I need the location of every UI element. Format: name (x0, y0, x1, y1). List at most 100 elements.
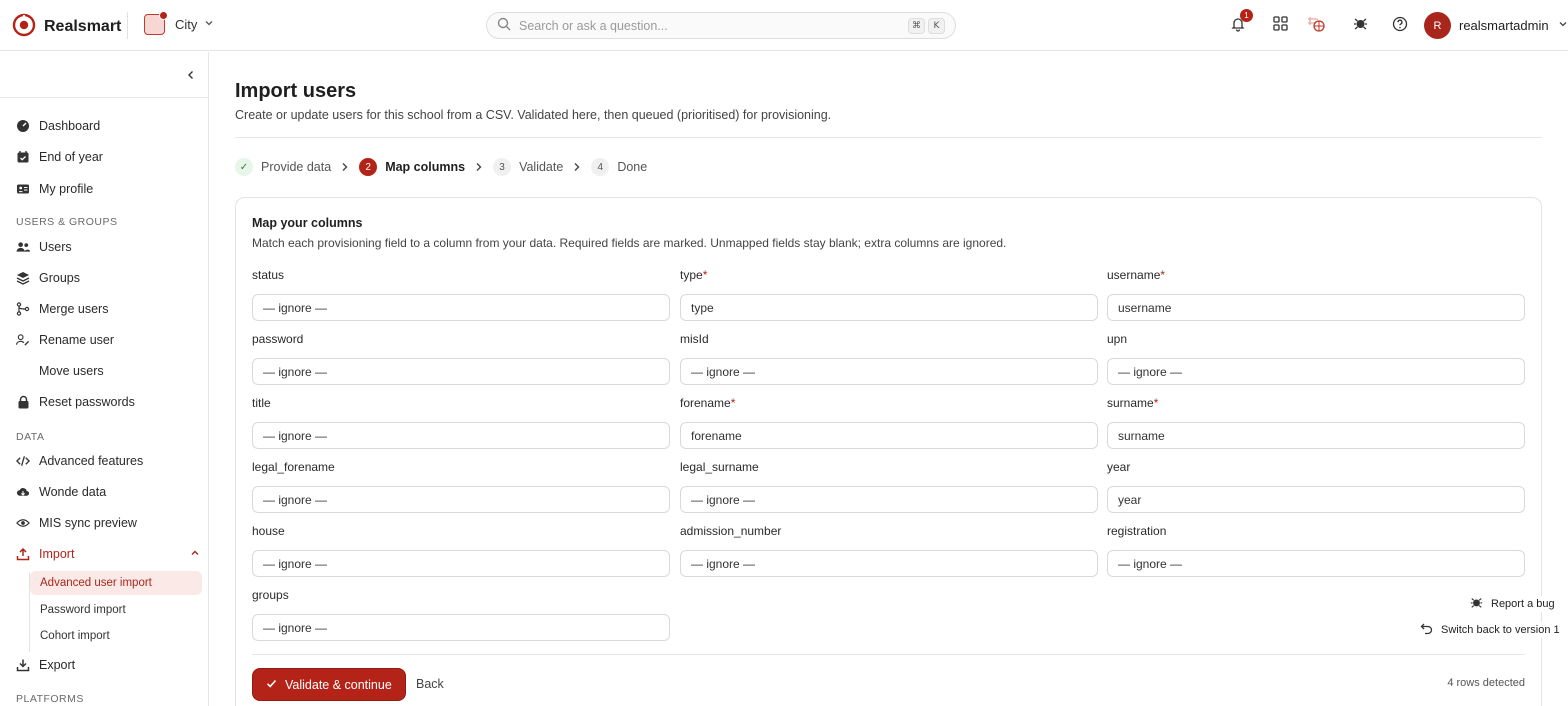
download-icon (16, 658, 30, 672)
sidebar-item-label: Rename user (39, 333, 115, 347)
bug-icon (1353, 16, 1368, 34)
sidebar-item-my-profile[interactable]: My profile (16, 178, 201, 200)
registration-column-select[interactable] (1107, 550, 1525, 577)
eye-icon (16, 516, 30, 530)
brand-name: Realsmart (44, 17, 122, 35)
field-label: groups (252, 588, 289, 602)
collapse-sidebar-button[interactable] (183, 67, 199, 83)
step-label: Done (617, 160, 648, 174)
field-label: year (1107, 460, 1131, 474)
sidebar-item-mis-sync-preview[interactable]: MIS sync preview (16, 512, 201, 534)
user-edit-icon (16, 333, 30, 347)
field-legal-surname: legal_surname (680, 460, 1098, 513)
legal-surname-column-select[interactable] (680, 486, 1098, 513)
step-provide-data[interactable]: ✓ Provide data (235, 158, 331, 176)
username-column-select[interactable] (1107, 294, 1525, 321)
sidebar-item-import[interactable]: Import (16, 543, 201, 565)
page-title: Import users (235, 80, 357, 102)
user-menu[interactable]: R realsmartadmin (1424, 12, 1568, 39)
step-validate[interactable]: 3 Validate (493, 158, 563, 176)
chevron-up-icon (189, 547, 201, 562)
sidebar-item-label: Advanced features (39, 454, 144, 468)
sidebar-item-merge-users[interactable]: Merge users (16, 298, 201, 320)
sidebar-item-label: End of year (39, 150, 103, 164)
house-column-select[interactable] (252, 550, 670, 577)
sidebar-item-advanced-features[interactable]: Advanced features (16, 450, 201, 472)
field-legal-forename: legal_forename (252, 460, 670, 513)
users-icon (16, 240, 30, 254)
user-name: realsmartadmin (1459, 18, 1549, 33)
legal-forename-column-select[interactable] (252, 486, 670, 513)
step-label: Provide data (261, 160, 332, 174)
status-column-select[interactable] (252, 294, 670, 321)
top-bar: Realsmart City ⌘ K 1 R realsmartadmin (0, 0, 1568, 51)
cloud-download-icon (16, 485, 30, 499)
rows-detected: 4 rows detected (1447, 677, 1525, 689)
search-input[interactable] (519, 18, 905, 33)
step-done[interactable]: 4 Done (591, 158, 647, 176)
switch-version-button[interactable]: Switch back to version 1 (1420, 622, 1560, 638)
sidebar-item-wonde-data[interactable]: Wonde data (16, 481, 201, 503)
field-label: misId (680, 332, 709, 346)
network-button[interactable] (1306, 15, 1326, 35)
step-number: 3 (493, 158, 512, 176)
step-map-columns[interactable]: 2 Map columns (359, 158, 465, 176)
field-label: password (252, 332, 304, 346)
year-column-select[interactable] (1107, 486, 1525, 513)
sidebar-item-move-users[interactable]: Move users (16, 360, 201, 382)
sidebar-item-end-of-year[interactable]: End of year (16, 146, 201, 168)
step-number: 4 (591, 158, 610, 176)
sidebar-item-label: Export (39, 658, 76, 672)
sidebar-subitem-advanced-user-import[interactable]: Advanced user import (30, 571, 202, 595)
groups-column-select[interactable] (252, 614, 670, 641)
field-password: password (252, 332, 670, 385)
card-divider (252, 654, 1525, 655)
code-icon (16, 454, 30, 468)
sidebar-item-label: Wonde data (39, 485, 107, 499)
required-mark: * (1160, 268, 1166, 282)
sidebar-header (0, 52, 208, 98)
calendar-check-icon (16, 150, 30, 164)
sidebar-item-users[interactable]: Users (16, 236, 201, 258)
misid-column-select[interactable] (680, 358, 1098, 385)
field-label: admission_number (680, 524, 782, 538)
field-label: legal_surname (680, 460, 759, 474)
sidebar-item-rename-user[interactable]: Rename user (16, 329, 201, 351)
school-status-dot (159, 11, 168, 20)
sidebar-subitem-password-import[interactable]: Password import (30, 598, 202, 622)
sidebar-item-dashboard[interactable]: Dashboard (16, 115, 201, 137)
search-bar[interactable]: ⌘ K (486, 12, 956, 39)
school-switcher[interactable]: City (144, 11, 215, 35)
admission-number-column-select[interactable] (680, 550, 1098, 577)
apps-button[interactable] (1270, 15, 1290, 35)
upn-column-select[interactable] (1107, 358, 1525, 385)
back-button[interactable]: Back (416, 677, 444, 691)
stepper: ✓ Provide data 2 Map columns 3 Validate … (235, 157, 647, 177)
help-button[interactable] (1390, 15, 1410, 35)
field-label: upn (1107, 332, 1128, 346)
sidebar-item-groups[interactable]: Groups (16, 267, 201, 289)
card-title: Map your columns (252, 216, 363, 230)
field-label: surname* (1107, 396, 1159, 410)
chevron-right-icon (573, 162, 581, 172)
field-forename: forename* (680, 396, 1098, 449)
field-admission-number: admission_number (680, 524, 1098, 577)
sidebar-item-export[interactable]: Export (16, 654, 201, 676)
forename-column-select[interactable] (680, 422, 1098, 449)
report-bug-button[interactable]: Report a bug (1470, 596, 1555, 612)
debug-button[interactable] (1350, 15, 1370, 35)
type-column-select[interactable] (680, 294, 1098, 321)
surname-column-select[interactable] (1107, 422, 1525, 449)
sidebar-item-label: Merge users (39, 302, 109, 316)
sidebar-item-reset-passwords[interactable]: Reset passwords (16, 391, 201, 413)
sidebar-subitem-cohort-import[interactable]: Cohort import (30, 624, 202, 648)
brand[interactable]: Realsmart (12, 13, 121, 40)
password-column-select[interactable] (252, 358, 670, 385)
notifications-button[interactable]: 1 (1228, 9, 1253, 35)
title-column-select[interactable] (252, 422, 670, 449)
field-username: username* (1107, 268, 1525, 321)
sidebar-item-label: MIS sync preview (39, 516, 137, 530)
field-title: title (252, 396, 670, 449)
validate-continue-button[interactable]: Validate & continue (252, 668, 406, 701)
field-label: forename* (680, 396, 736, 410)
